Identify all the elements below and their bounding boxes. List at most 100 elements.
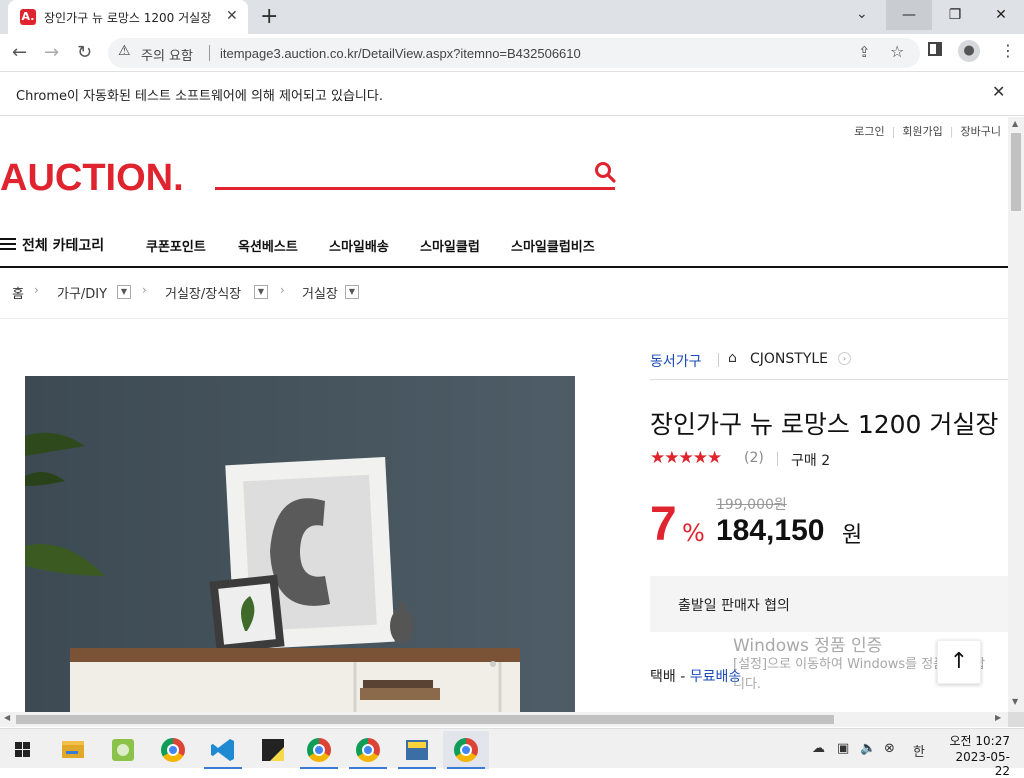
chrome-app[interactable] <box>345 731 391 769</box>
divider <box>209 45 210 61</box>
scroll-to-top-button[interactable]: ↑ <box>937 640 981 684</box>
vscode-icon <box>211 739 234 761</box>
tab-search-icon[interactable]: ⌄ <box>856 6 868 22</box>
chrome-app[interactable] <box>150 731 196 769</box>
product-image[interactable] <box>25 376 575 712</box>
side-panel-icon[interactable] <box>928 42 942 56</box>
nav-smile-delivery[interactable]: 스마일배송 <box>329 236 389 255</box>
infobar-text: Chrome이 자동화된 테스트 소프트웨어에 의해 제어되고 있습니다. <box>16 89 383 104</box>
forward-button[interactable]: → <box>44 42 59 63</box>
signup-link[interactable]: 회원가입 <box>895 125 949 138</box>
divider <box>650 379 1008 380</box>
notification-off-icon[interactable]: ⊗ <box>884 741 895 756</box>
back-button[interactable]: ← <box>12 42 27 63</box>
delivery-label: 택배 - <box>650 669 690 685</box>
chrome-app[interactable] <box>296 731 342 769</box>
nav-smile-club[interactable]: 스마일클럽 <box>420 236 480 255</box>
tab-strip: A. 장인가구 뉴 로망스 1200 거실장 ✕ + ⌄ — ❐ ✕ <box>0 0 1024 34</box>
network-icon[interactable]: ☁ <box>812 741 825 756</box>
breadcrumb-level-2[interactable]: 거실장/장식장 <box>165 283 241 302</box>
home-icon: ⌂ <box>728 350 737 366</box>
purchase-count: 구매 2 <box>791 453 831 469</box>
vertical-scrollbar[interactable]: ▲ ▼ <box>1008 117 1024 712</box>
minimize-button[interactable]: — <box>886 0 932 30</box>
search-input[interactable] <box>215 187 615 190</box>
utility-links: 로그인 | 회원가입 | 장바구니 <box>847 123 1008 139</box>
clock-date[interactable]: 2023-05-22 <box>944 750 1010 778</box>
nav-auction-best[interactable]: 옥션베스트 <box>238 236 298 255</box>
reload-button[interactable]: ↻ <box>77 42 92 63</box>
sticky-notes-app[interactable] <box>250 731 296 769</box>
close-icon[interactable]: ✕ <box>226 8 238 24</box>
breadcrumb-home[interactable]: 홈 <box>12 283 24 302</box>
shipping-note: 출발일 판매자 협의 <box>678 598 790 614</box>
scroll-left-arrow-icon[interactable]: ◀ <box>4 713 10 722</box>
auction-logo[interactable]: AUCTION. <box>0 157 184 200</box>
share-icon[interactable]: ⇪ <box>858 43 871 61</box>
python-app[interactable] <box>394 731 440 769</box>
login-link[interactable]: 로그인 <box>847 125 891 138</box>
window-close-button[interactable]: ✕ <box>978 0 1024 30</box>
display-icon[interactable]: ▣ <box>837 741 849 756</box>
chevron-down-icon[interactable]: ▼ <box>117 285 131 299</box>
windows-activation-title: Windows 정품 인증 <box>733 636 883 656</box>
breadcrumb-level-3[interactable]: 거실장 <box>302 283 338 302</box>
scroll-down-arrow-icon[interactable]: ▼ <box>1012 697 1018 706</box>
shipping-info-box: 출발일 판매자 협의 <box>650 576 1008 632</box>
ime-indicator[interactable]: 한 <box>913 741 925 760</box>
chevron-down-icon[interactable]: ▼ <box>254 285 268 299</box>
sale-price-unit: 원 <box>842 523 863 548</box>
review-count-link[interactable]: (2) <box>744 450 764 466</box>
new-tab-button[interactable]: + <box>260 4 278 29</box>
file-explorer-app[interactable] <box>50 731 96 769</box>
infobar-close-icon[interactable]: ✕ <box>992 82 1005 101</box>
sale-price: 184,150 <box>716 514 825 547</box>
cart-link[interactable]: 장바구니 <box>954 125 1008 138</box>
breadcrumb-level-1[interactable]: 가구/DIY <box>57 283 107 302</box>
horizontal-scroll-thumb[interactable] <box>16 715 834 724</box>
browser-tab[interactable]: A. 장인가구 뉴 로망스 1200 거실장 ✕ <box>8 0 248 34</box>
chrome-app-active[interactable] <box>443 731 489 769</box>
vertical-scroll-thumb[interactable] <box>1011 133 1021 211</box>
restore-button[interactable]: ❐ <box>932 0 978 30</box>
chevron-down-icon[interactable]: ▼ <box>345 285 359 299</box>
url-text[interactable]: itempage3.auction.co.kr/DetailView.aspx?… <box>220 46 581 61</box>
automation-infobar: Chrome이 자동화된 테스트 소프트웨어에 의해 제어되고 있습니다. ✕ <box>0 72 1024 116</box>
all-categories-label: 전체 카테고리 <box>22 238 105 254</box>
volume-muted-icon[interactable]: 🔈 <box>860 741 876 756</box>
discount-unit: % <box>682 519 705 547</box>
clock-time[interactable]: 오전 10:27 <box>944 732 1010 749</box>
nav-coupon-point[interactable]: 쿠폰포인트 <box>146 236 206 255</box>
menu-dots-icon[interactable]: ⋮ <box>1000 41 1016 60</box>
all-categories-button[interactable]: 전체 카테고리 <box>0 235 104 255</box>
windows-logo-icon <box>15 742 30 757</box>
nav-smile-club-biz[interactable]: 스마일클럽비즈 <box>511 236 595 255</box>
chevron-right-icon: › <box>280 283 285 297</box>
bookmark-star-icon[interactable]: ☆ <box>890 42 904 61</box>
breadcrumb: 홈 › 가구/DIY ▼ › 거실장/장식장 ▼ › 거실장 ▼ <box>0 269 1008 319</box>
search-icon[interactable] <box>594 161 616 183</box>
scrollbar-corner <box>1008 712 1024 727</box>
shop-name-link[interactable]: CJONSTYLE <box>750 351 828 367</box>
profile-icon[interactable]: ● <box>958 40 980 62</box>
start-button[interactable] <box>0 731 46 769</box>
horizontal-scrollbar[interactable]: ◀ ▶ <box>0 712 1008 727</box>
paint-app[interactable] <box>100 731 146 769</box>
global-nav: 전체 카테고리 쿠폰포인트 옥션베스트 스마일배송 스마일클럽 스마일클럽비즈 <box>0 223 1008 268</box>
seller-link[interactable]: 동서가구 <box>650 351 702 371</box>
paint-icon <box>112 739 134 761</box>
chevron-right-icon: › <box>34 283 39 297</box>
browser-toolbar: ← → ↻ ⚠ 주의 요함 itempage3.auction.co.kr/De… <box>0 34 1024 72</box>
security-label[interactable]: 주의 요함 <box>141 45 193 64</box>
rating-stars: ★★★★★ <box>650 448 722 468</box>
scroll-up-arrow-icon[interactable]: ▲ <box>1012 119 1018 128</box>
scroll-right-arrow-icon[interactable]: ▶ <box>995 713 1001 722</box>
product-title: 장인가구 뉴 로망스 1200 거실장 <box>650 410 999 439</box>
chevron-right-icon[interactable]: › <box>838 352 851 365</box>
page-viewport: 로그인 | 회원가입 | 장바구니 AUCTION. 전체 카테고리 쿠폰포인트 옥션베… <box>0 117 1008 712</box>
address-bar[interactable]: ⚠ 주의 요함 itempage3.auction.co.kr/DetailVi… <box>108 38 920 68</box>
warning-icon[interactable]: ⚠ <box>118 43 131 59</box>
vscode-app[interactable] <box>200 731 246 769</box>
sticky-note-icon <box>262 739 284 761</box>
chrome-icon <box>356 738 380 762</box>
